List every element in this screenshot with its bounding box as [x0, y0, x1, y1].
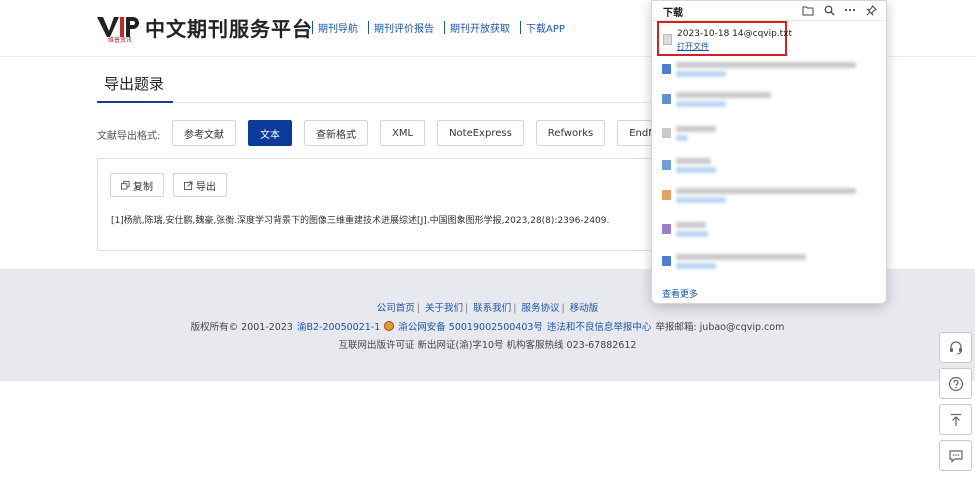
- nav-download-app[interactable]: 下载APP: [526, 20, 565, 35]
- export-label: 导出: [196, 181, 216, 193]
- download-item-blurred[interactable]: [662, 253, 862, 275]
- footer-link-agreement[interactable]: 服务协议: [521, 303, 559, 314]
- footer-link-mobile[interactable]: 移动版: [570, 303, 599, 314]
- footer-legal-row: 版权所有© 2001-2023 渝B2-20050021-1 渝公网安备 500…: [0, 319, 975, 333]
- format-label: 文献导出格式:: [97, 131, 161, 142]
- open-file-link[interactable]: 打开文件: [677, 41, 709, 52]
- back-to-top-button[interactable]: [939, 404, 972, 435]
- site-title[interactable]: 中文期刊服务平台: [145, 13, 313, 42]
- download-file-name[interactable]: 2023-10-18 14@cqvip.txt: [677, 29, 792, 39]
- download-item-blurred[interactable]: [662, 61, 862, 83]
- citation-box: 复制 导出 [1]杨航,陈瑞,安仕鹏,魏豪,张衡.深度学习背景下的图像三维重建技…: [97, 158, 657, 251]
- title-divider: [173, 102, 651, 103]
- arrow-up-icon: [950, 413, 961, 426]
- open-folder-button[interactable]: [801, 3, 815, 17]
- title-underline: [97, 101, 173, 103]
- downloads-panel: 下载 2023-10-18 14@cqvip.txt 打开文件 查看更多: [651, 0, 887, 304]
- see-more-link[interactable]: 查看更多: [662, 287, 698, 300]
- top-nav: 期刊导航 期刊评价报告 期刊开放获取 下载APP: [308, 20, 571, 35]
- logo-subtitle: 维普资讯: [108, 37, 133, 44]
- icp-link[interactable]: 渝B2-20050021-1: [297, 319, 380, 333]
- search-downloads-button[interactable]: [822, 3, 836, 17]
- download-item-blurred[interactable]: [662, 91, 862, 113]
- feedback-button[interactable]: [939, 440, 972, 471]
- copy-button[interactable]: 复制: [110, 173, 164, 197]
- downloads-title: 下载: [663, 8, 683, 19]
- download-item-blurred[interactable]: [662, 157, 862, 179]
- format-novelty-search-button[interactable]: 查新格式: [304, 120, 368, 146]
- copy-icon: [121, 180, 130, 190]
- downloads-toolbar: [801, 3, 878, 17]
- report-center-link[interactable]: 违法和不良信息举报中心: [547, 319, 652, 333]
- help-button[interactable]: [939, 368, 972, 399]
- download-item-blurred[interactable]: [662, 125, 862, 147]
- headset-icon: [949, 340, 962, 354]
- customer-service-button[interactable]: [939, 332, 972, 363]
- pin-button[interactable]: [864, 3, 878, 17]
- footer-link-about[interactable]: 关于我们: [425, 303, 463, 314]
- format-noteexpress-button[interactable]: NoteExpress: [437, 120, 524, 146]
- nav-journal-navigation[interactable]: 期刊导航: [318, 20, 358, 35]
- more-icon: [844, 8, 856, 12]
- chat-icon: [948, 449, 963, 463]
- page-title: 导出题录: [104, 75, 165, 93]
- footer-link-contact[interactable]: 联系我们: [473, 303, 511, 314]
- format-refworks-button[interactable]: Refworks: [535, 120, 606, 146]
- more-options-button[interactable]: [843, 3, 857, 17]
- download-item-blurred[interactable]: [662, 221, 862, 243]
- export-button[interactable]: 导出: [173, 173, 227, 197]
- copyright-text: 版权所有© 2001-2023: [190, 322, 293, 333]
- format-buttons: 参考文献 文本 查新格式 XML NoteExpress Refworks En…: [172, 120, 684, 146]
- police-record-link[interactable]: 渝公网安备 50019002500403号: [398, 319, 543, 333]
- folder-icon: [802, 6, 814, 15]
- citation-text: [1]杨航,陈瑞,安仕鹏,魏豪,张衡.深度学习背景下的图像三维重建技术进展综述[…: [111, 216, 610, 226]
- search-icon: [824, 5, 834, 15]
- export-icon: [184, 180, 193, 190]
- text-file-icon: [663, 34, 672, 45]
- nav-open-access[interactable]: 期刊开放获取: [450, 20, 510, 35]
- format-text-button[interactable]: 文本: [248, 120, 292, 146]
- police-badge-icon: [384, 321, 395, 331]
- download-item-blurred[interactable]: [662, 187, 862, 209]
- question-icon: [948, 376, 963, 391]
- nav-journal-evaluation[interactable]: 期刊评价报告: [374, 20, 434, 35]
- format-reference-button[interactable]: 参考文献: [172, 120, 236, 146]
- footer-link-home[interactable]: 公司首页: [377, 303, 415, 314]
- format-xml-button[interactable]: XML: [380, 120, 426, 146]
- copy-label: 复制: [133, 181, 153, 193]
- pin-icon: [865, 4, 877, 16]
- report-email: 举报邮箱: jubao@cqvip.com: [655, 322, 785, 333]
- footer-license-row: 互联网出版许可证 新出网证(渝)字10号 机构客服热线 023-67882612: [338, 340, 637, 351]
